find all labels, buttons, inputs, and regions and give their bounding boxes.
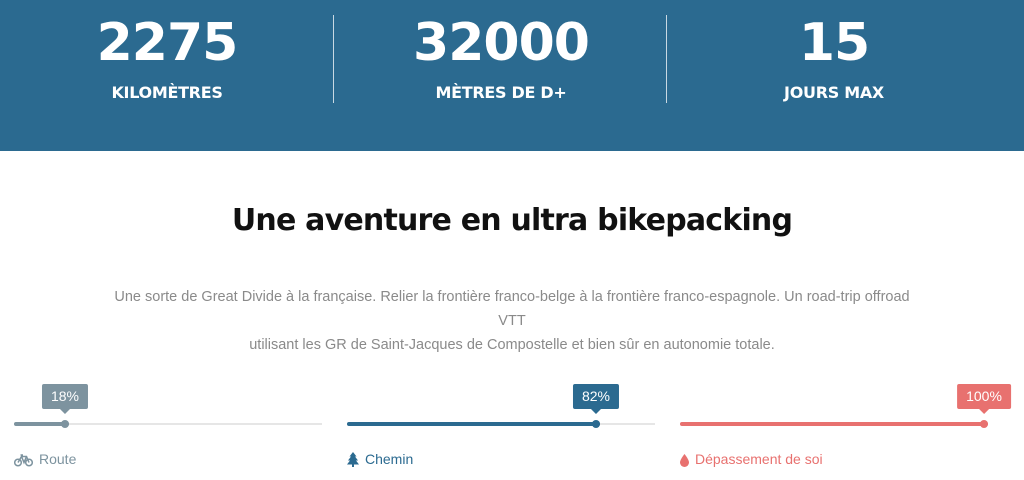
progress-label: Chemin — [347, 450, 413, 468]
percent-bubble: 18% — [41, 384, 89, 414]
progress-knob — [980, 420, 988, 428]
progress-route: 18% Route — [13, 0, 326, 480]
progress-fill — [680, 422, 988, 426]
percent-bubble: 82% — [572, 384, 620, 414]
progress-fill — [347, 422, 600, 426]
progress-chemin: 82% Chemin — [347, 0, 659, 480]
percent-bubble: 100% — [957, 384, 1011, 414]
progress-knob — [592, 420, 600, 428]
progress-depassement: 100% Dépassement de soi — [680, 0, 1011, 480]
progress-label: Route — [13, 450, 77, 471]
tree-icon — [347, 452, 359, 471]
progress-knob — [61, 420, 69, 428]
progress-label-text: Route — [39, 451, 77, 467]
bicycle-icon — [13, 453, 34, 471]
drop-icon — [680, 453, 689, 471]
progress-label-text: Chemin — [365, 451, 414, 467]
progress-label: Dépassement de soi — [680, 450, 823, 468]
progress-label-text: Dépassement de soi — [695, 451, 823, 467]
